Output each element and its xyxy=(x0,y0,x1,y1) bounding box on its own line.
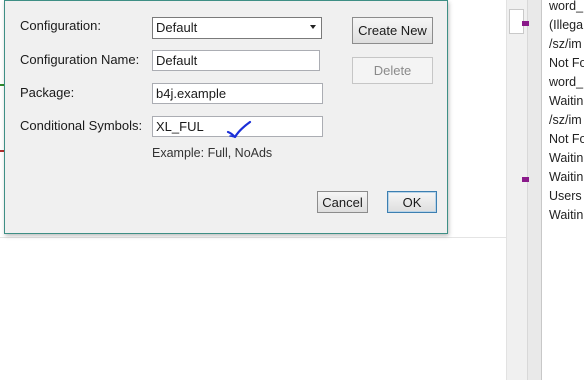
build-configurations-dialog: Configuration: Default Configuration Nam… xyxy=(4,0,448,234)
package-input[interactable] xyxy=(152,83,323,104)
chevron-down-icon xyxy=(310,25,316,29)
log-line: /sz/im xyxy=(549,113,582,127)
log-line: Waitin xyxy=(549,170,584,184)
configuration-name-label: Configuration Name: xyxy=(20,52,140,67)
conditional-symbols-label: Conditional Symbols: xyxy=(20,118,143,133)
log-line: Not Fo xyxy=(549,56,584,70)
configuration-select[interactable]: Default xyxy=(152,17,322,39)
log-line: word_ xyxy=(549,0,584,13)
package-label: Package: xyxy=(20,85,75,100)
configuration-label: Configuration: xyxy=(20,18,101,33)
conditional-symbols-example: Example: Full, NoAds xyxy=(152,146,273,160)
log-line: (Illega xyxy=(549,18,584,32)
ok-button[interactable]: OK xyxy=(387,191,437,213)
scroll-marker-1 xyxy=(522,21,529,26)
log-line: Not Fo xyxy=(549,132,584,146)
logs-panel[interactable]: word_ (Illega /sz/im Not Fo word_ Waitin… xyxy=(541,0,584,380)
configuration-select-value: Default xyxy=(156,20,198,35)
log-line: Users xyxy=(549,189,582,203)
editor-scrollbar-track[interactable] xyxy=(506,0,527,380)
log-line: Waitin xyxy=(549,208,584,222)
hand-drawn-checkmark-icon xyxy=(226,120,252,139)
cancel-button[interactable]: Cancel xyxy=(317,191,368,213)
log-line: Waitin xyxy=(549,94,584,108)
log-line: Waitin xyxy=(549,151,584,165)
create-new-button[interactable]: Create New xyxy=(352,17,433,44)
log-line: word_ xyxy=(549,75,584,89)
delete-button[interactable]: Delete xyxy=(352,57,433,84)
scroll-marker-2 xyxy=(522,177,529,182)
log-line: /sz/im xyxy=(549,37,582,51)
editor-divider-line xyxy=(0,237,506,238)
configuration-name-input[interactable] xyxy=(152,50,320,71)
panel-splitter[interactable] xyxy=(527,0,542,380)
